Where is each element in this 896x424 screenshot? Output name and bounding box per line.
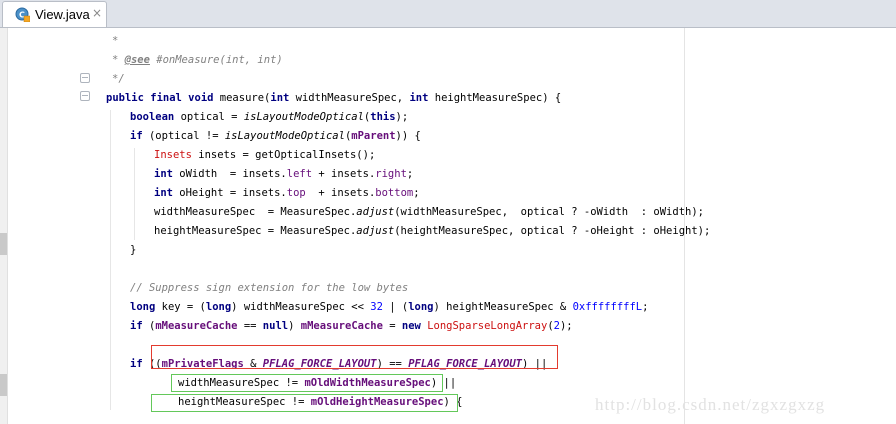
code-line: } [130, 244, 137, 256]
code-line: public final void measure(int widthMeasu… [106, 92, 562, 104]
code-line: Insets insets = getOpticalInsets(); [154, 149, 376, 161]
code-line: int oWidth = insets.left + insets.right; [154, 168, 414, 180]
annotation-green-box [151, 394, 458, 412]
code-line: widthMeasureSpec = MeasureSpec.adjust(wi… [154, 206, 704, 218]
code-line: */ [112, 73, 125, 85]
annotation-red-box [151, 345, 558, 369]
code-line: * @see #onMeasure(int, int) [112, 54, 283, 66]
code-line: heightMeasureSpec = MeasureSpec.adjust(h… [154, 225, 711, 237]
code-line: if (mMeasureCache == null) mMeasureCache… [130, 320, 573, 332]
code-line: if (optical != isLayoutModeOptical(mPare… [130, 130, 421, 142]
code-line: // Suppress sign extension for the low b… [130, 282, 409, 294]
annotation-green-box [171, 374, 443, 392]
code-line: int oHeight = insets.top + insets.bottom… [154, 187, 420, 199]
code-line: long key = (long) widthMeasureSpec << 32… [130, 301, 649, 313]
watermark: http://blog.csdn.net/zgxzgxzg [595, 395, 826, 414]
code-line: boolean optical = isLayoutModeOptical(th… [130, 111, 409, 123]
code-line: * [112, 35, 119, 47]
